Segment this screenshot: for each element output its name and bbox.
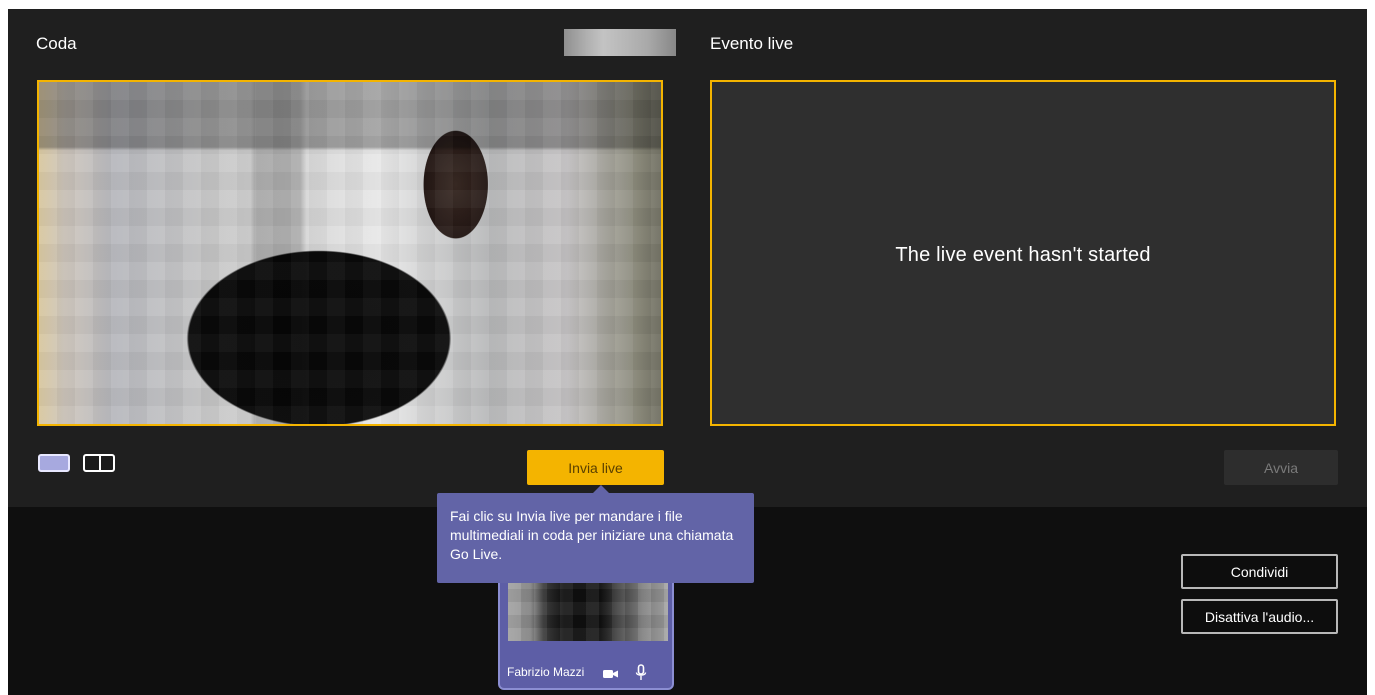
microphone-icon[interactable] [634, 664, 648, 682]
tooltip-arrow [593, 485, 609, 493]
send-live-button[interactable]: Invia live [527, 450, 664, 485]
live-event-title: Evento live [710, 34, 794, 53]
participant-tile[interactable]: Fabrizio Mazzi [498, 567, 674, 690]
queued-video-feed [39, 82, 661, 424]
start-button[interactable]: Avvia [1224, 450, 1338, 485]
single-layout-icon[interactable] [38, 454, 70, 472]
send-live-tooltip: Fai clic su Invia live per mandare i fil… [437, 485, 754, 583]
participant-video [508, 577, 668, 641]
camera-icon[interactable] [602, 667, 620, 681]
share-button[interactable]: Condividi [1181, 554, 1338, 589]
queue-preview-panel[interactable] [37, 80, 663, 426]
mute-audio-button[interactable]: Disattiva l'audio... [1181, 599, 1338, 634]
queue-title: Coda [36, 34, 77, 53]
tooltip-text: Fai clic su Invia live per mandare i fil… [450, 508, 734, 562]
producer-top-area: Coda Evento live The live event hasn't s… [8, 9, 1367, 507]
split-layout-icon[interactable] [83, 454, 115, 472]
live-event-status-text: The live event hasn't started [895, 244, 1151, 266]
participant-name: Fabrizio Mazzi [507, 665, 585, 679]
live-event-producer-window: Coda Evento live The live event hasn't s… [8, 9, 1367, 695]
blurred-event-name [564, 29, 676, 56]
live-event-panel: The live event hasn't started [710, 80, 1336, 426]
